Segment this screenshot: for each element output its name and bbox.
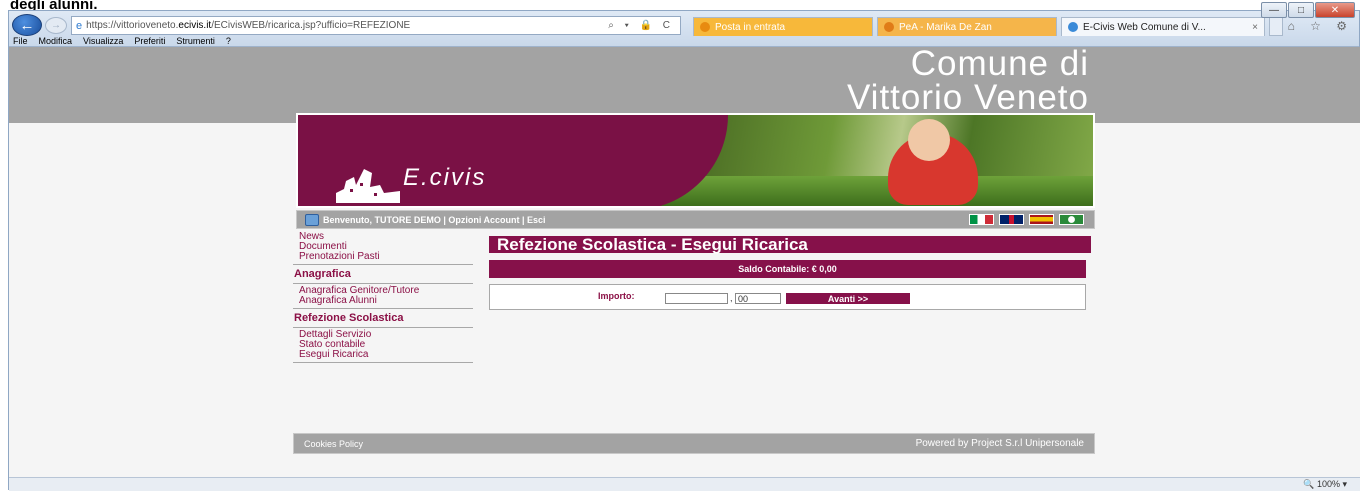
sidebar-section-anagrafica: Anagrafica bbox=[294, 268, 351, 280]
tab-ecivis[interactable]: E-Civis Web Comune di V... × bbox=[1061, 17, 1265, 36]
address-tools[interactable]: ⌕ ▾ 🔒 C bbox=[608, 20, 674, 31]
address-bar[interactable]: e https://vittorioveneto.ecivis.it/ECivi… bbox=[71, 16, 681, 35]
decimal-separator: , bbox=[730, 293, 733, 303]
menu-preferiti[interactable]: Preferiti bbox=[134, 36, 165, 47]
zoom-control[interactable]: 🔍 100% ▾ bbox=[1303, 479, 1347, 490]
comune-title: Comune di Vittorio Veneto bbox=[847, 47, 1089, 115]
divider bbox=[293, 283, 473, 284]
browser-toolbar: ← → e https://vittorioveneto.ecivis.it/E… bbox=[9, 2, 1359, 47]
back-button[interactable]: ← bbox=[12, 14, 42, 36]
page-title: Refezione Scolastica - Esegui Ricarica bbox=[489, 236, 1091, 253]
menu-file[interactable]: File bbox=[13, 36, 28, 47]
powered-by-text: Powered by Project S.r.l Unipersonale bbox=[915, 438, 1084, 449]
header-image: E.civis bbox=[296, 113, 1095, 208]
site-footer: Cookies Policy Powered by Project S.r.l … bbox=[293, 433, 1095, 454]
cookies-policy-link[interactable]: Cookies Policy bbox=[304, 439, 363, 449]
ricarica-form: Importo: , Avanti >> bbox=[489, 284, 1086, 310]
sidebar: News Documenti Prenotazioni Pasti Anagra… bbox=[293, 232, 473, 365]
language-flags bbox=[969, 214, 1084, 225]
sidebar-item-prenotazioni[interactable]: Prenotazioni Pasti bbox=[293, 252, 473, 262]
menu-modifica[interactable]: Modifica bbox=[39, 36, 73, 47]
city-skyline-icon bbox=[336, 169, 400, 203]
window-controls: — □ ✕ bbox=[1261, 2, 1355, 18]
tab-pea[interactable]: PeA - Marika De Zan bbox=[877, 17, 1057, 36]
sidebar-item-ricarica[interactable]: Esegui Ricarica bbox=[293, 350, 473, 360]
divider bbox=[293, 308, 473, 309]
new-tab-button[interactable] bbox=[1269, 17, 1283, 36]
welcome-bar: Benvenuto, TUTORE DEMO | Opzioni Account… bbox=[296, 210, 1095, 229]
flag-spain-icon[interactable] bbox=[1029, 214, 1054, 225]
ie-page-icon: e bbox=[76, 19, 83, 32]
divider bbox=[293, 362, 473, 363]
close-window-button[interactable]: ✕ bbox=[1315, 2, 1355, 18]
comune-line1: Comune di bbox=[910, 47, 1089, 83]
divider bbox=[293, 264, 473, 265]
status-bar: 🔍 100% ▾ bbox=[9, 477, 1360, 491]
importo-integer-input[interactable] bbox=[665, 293, 728, 304]
ie-tab-icon bbox=[1068, 22, 1078, 32]
forward-button[interactable]: → bbox=[45, 17, 67, 34]
tab-posta[interactable]: Posta in entrata bbox=[693, 17, 873, 36]
site-banner: Comune di Vittorio Veneto bbox=[9, 47, 1360, 123]
flag-italy-icon[interactable] bbox=[969, 214, 994, 225]
minimize-button[interactable]: — bbox=[1261, 2, 1287, 18]
welcome-text[interactable]: Benvenuto, TUTORE DEMO | Opzioni Account… bbox=[323, 215, 546, 225]
menu-visualizza[interactable]: Visualizza bbox=[83, 36, 123, 47]
menu-bar: File Modifica Visualizza Preferiti Strum… bbox=[9, 36, 231, 47]
browser-window: ← → e https://vittorioveneto.ecivis.it/E… bbox=[8, 2, 1360, 491]
flag-arabic-icon[interactable] bbox=[1059, 214, 1084, 225]
saldo-contabile: Saldo Contabile: € 0,00 bbox=[489, 260, 1086, 278]
divider bbox=[293, 327, 473, 328]
comune-line2: Vittorio Veneto bbox=[846, 78, 1089, 117]
mail-icon bbox=[700, 22, 710, 32]
menu-help[interactable]: ? bbox=[226, 36, 231, 47]
arrow-left-icon: ← bbox=[19, 16, 35, 34]
sidebar-section-refezione: Refezione Scolastica bbox=[294, 312, 404, 324]
flag-uk-icon[interactable] bbox=[999, 214, 1024, 225]
maximize-button[interactable]: □ bbox=[1288, 2, 1314, 18]
toolbar-icons[interactable]: ⌂ ☆ ⚙ bbox=[1288, 19, 1353, 33]
close-tab-icon[interactable]: × bbox=[1252, 22, 1258, 33]
ecivis-logo-text: E.civis bbox=[403, 164, 487, 191]
importo-decimal-input[interactable] bbox=[735, 293, 781, 304]
sidebar-item-anagrafica-alunni[interactable]: Anagrafica Alunni bbox=[293, 296, 473, 306]
avanti-button[interactable]: Avanti >> bbox=[786, 293, 910, 304]
home-icon[interactable] bbox=[305, 213, 319, 226]
web-page: Comune di Vittorio Veneto E.civis Benven… bbox=[9, 47, 1360, 477]
importo-label: Importo: bbox=[598, 291, 635, 301]
menu-strumenti[interactable]: Strumenti bbox=[176, 36, 215, 47]
pea-icon bbox=[884, 22, 894, 32]
arrow-right-icon: → bbox=[51, 20, 61, 31]
url-text[interactable]: https://vittorioveneto.ecivis.it/ECivisW… bbox=[86, 20, 606, 31]
